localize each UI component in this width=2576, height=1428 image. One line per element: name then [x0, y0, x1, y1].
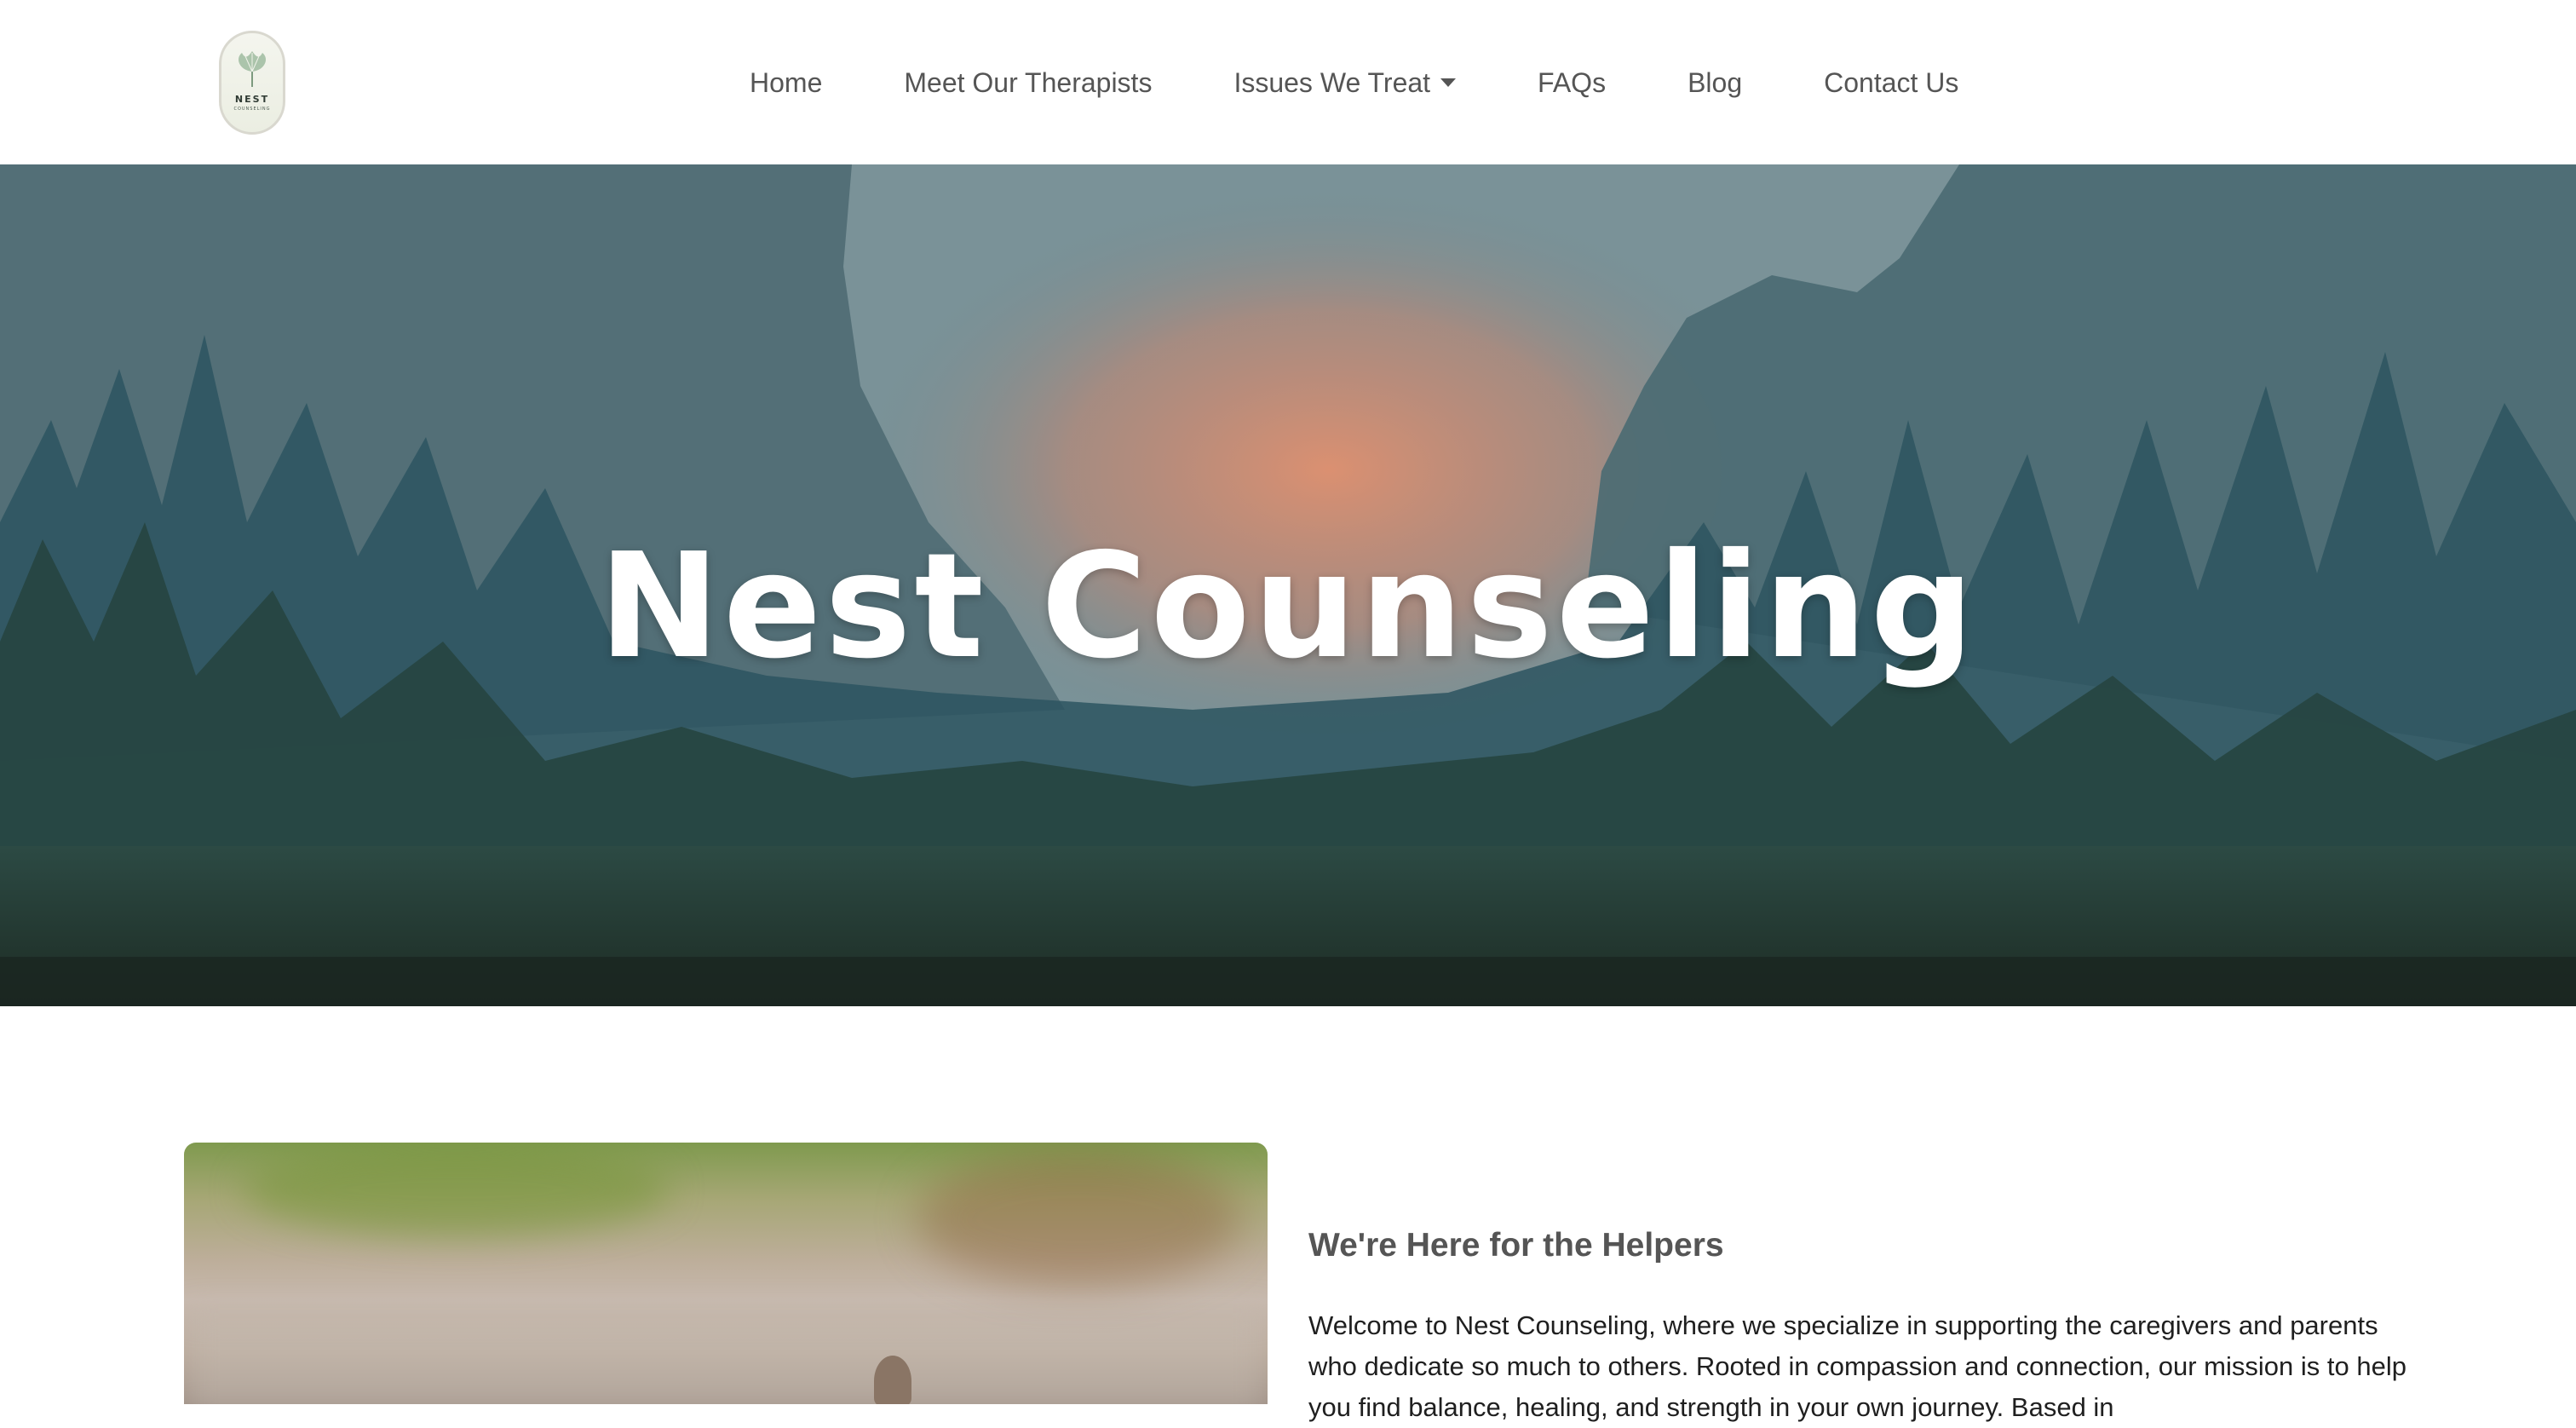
intro-heading: We're Here for the Helpers [1308, 1227, 1724, 1264]
nav-therapists-label: Meet Our Therapists [904, 66, 1153, 98]
intro-body: Welcome to Nest Counseling, where we spe… [1308, 1310, 2406, 1422]
ginkgo-leaf-icon [239, 50, 266, 87]
nav-contact-us[interactable]: Contact Us [1824, 67, 1958, 99]
caret-down-icon [1440, 78, 1457, 87]
intro-image [184, 1143, 1268, 1404]
nav-issues-we-treat[interactable]: Issues We Treat [1233, 66, 1457, 99]
site-header: NEST COUNSELING Home Meet Our Therapists… [0, 0, 2576, 164]
nav-home[interactable]: Home [750, 67, 822, 99]
stacked-stone [874, 1356, 911, 1404]
nav-home-label: Home [750, 66, 823, 98]
nav-contact-label: Contact Us [1824, 66, 1959, 98]
main-nav: Home Meet Our Therapists Issues We Treat… [750, 61, 1958, 104]
nav-blog-label: Blog [1688, 66, 1743, 98]
logo-wordmark: NEST [234, 93, 270, 105]
hero-banner: Nest Counseling [0, 164, 2576, 1006]
hero-title: Nest Counseling [598, 522, 1978, 691]
nav-faqs-label: FAQs [1538, 66, 1607, 98]
nav-faqs[interactable]: FAQs [1538, 67, 1606, 99]
logo-subtitle: COUNSELING [233, 106, 271, 112]
nav-meet-our-therapists[interactable]: Meet Our Therapists [904, 67, 1152, 99]
nav-blog[interactable]: Blog [1688, 67, 1742, 99]
logo[interactable]: NEST COUNSELING [219, 31, 285, 135]
nav-issues-label: Issues We Treat [1233, 66, 1431, 98]
